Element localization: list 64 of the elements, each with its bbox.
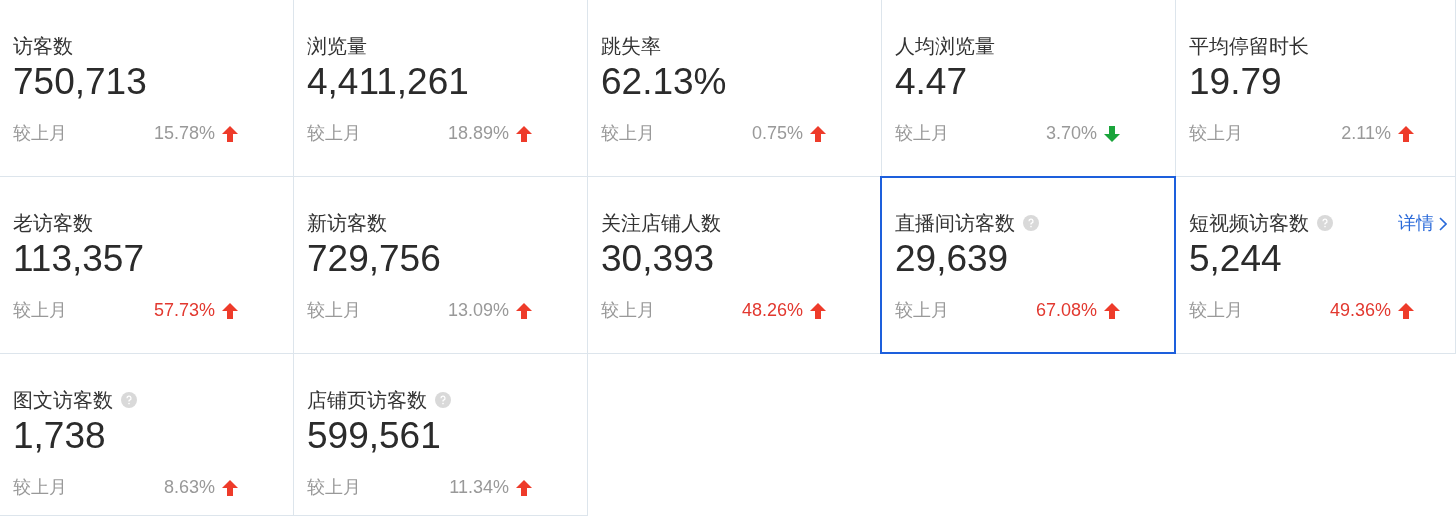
metric-value: 62.13% — [601, 60, 728, 104]
chevron-right-icon — [1438, 216, 1447, 231]
metric-title: 短视频访客数 — [1189, 211, 1309, 236]
compare-label: 较上月 — [601, 122, 655, 145]
change-percent: 15.78% — [153, 122, 215, 145]
metric-value: 29,639 — [895, 237, 1010, 281]
metric-card[interactable]: 新访客数 729,756 较上月 13.09% — [294, 177, 588, 354]
change-percent: 18.89% — [447, 122, 509, 145]
help-icon[interactable] — [1317, 215, 1333, 231]
compare-label: 较上月 — [13, 299, 67, 322]
change-percent: 13.09% — [447, 299, 509, 322]
change-percent: 0.75% — [751, 122, 803, 145]
metric-value: 729,756 — [307, 237, 442, 281]
details-link[interactable]: 详情 — [1398, 210, 1447, 237]
metric-value: 30,393 — [601, 237, 716, 281]
metric-card[interactable]: 平均停留时长 19.79 较上月 2.11% — [1176, 0, 1456, 177]
compare-label: 较上月 — [307, 122, 361, 145]
compare-label: 较上月 — [1189, 122, 1243, 145]
metric-title: 图文访客数 — [13, 388, 113, 413]
metric-value: 19.79 — [1189, 60, 1283, 104]
metric-value: 5,244 — [1189, 237, 1283, 281]
help-icon[interactable] — [121, 392, 137, 408]
metric-card[interactable]: 浏览量 4,411,261 较上月 18.89% — [294, 0, 588, 177]
metric-title: 人均浏览量 — [895, 34, 995, 59]
help-icon[interactable] — [435, 392, 451, 408]
metric-value: 750,713 — [13, 60, 148, 104]
metric-title: 平均停留时长 — [1189, 34, 1309, 59]
metric-card[interactable]: 短视频访客数 详情 5,244 较上月 49.36% — [1176, 177, 1456, 354]
metric-title: 浏览量 — [307, 34, 367, 59]
change-percent: 48.26% — [741, 299, 803, 322]
metric-value: 4.47 — [895, 60, 968, 104]
compare-label: 较上月 — [307, 476, 361, 499]
metric-title: 新访客数 — [307, 211, 387, 236]
metric-card[interactable]: 图文访客数 1,738 较上月 8.63% — [0, 354, 294, 516]
change-percent: 67.08% — [1035, 299, 1097, 322]
metric-card[interactable]: 跳失率 62.13% 较上月 0.75% — [588, 0, 882, 177]
metric-value: 599,561 — [307, 414, 442, 458]
change-percent: 49.36% — [1329, 299, 1391, 322]
compare-label: 较上月 — [895, 299, 949, 322]
compare-label: 较上月 — [13, 476, 67, 499]
metric-title: 关注店铺人数 — [601, 211, 721, 236]
metric-value: 113,357 — [13, 237, 145, 281]
metric-title: 店铺页访客数 — [307, 388, 427, 413]
change-percent: 57.73% — [153, 299, 215, 322]
metric-card[interactable]: 老访客数 113,357 较上月 57.73% — [0, 177, 294, 354]
change-percent: 3.70% — [1045, 122, 1097, 145]
help-icon[interactable] — [1023, 215, 1039, 231]
compare-label: 较上月 — [1189, 299, 1243, 322]
metric-value: 4,411,261 — [307, 60, 470, 104]
change-percent: 2.11% — [1341, 122, 1391, 145]
metric-title: 访客数 — [13, 34, 73, 59]
metric-card[interactable]: 直播间访客数 29,639 较上月 67.08% — [880, 176, 1176, 354]
change-percent: 11.34% — [449, 476, 509, 499]
metric-card[interactable]: 店铺页访客数 599,561 较上月 11.34% — [294, 354, 588, 516]
compare-label: 较上月 — [307, 299, 361, 322]
metric-title: 直播间访客数 — [895, 211, 1015, 236]
metric-card[interactable]: 访客数 750,713 较上月 15.78% — [0, 0, 294, 177]
metric-title: 老访客数 — [13, 211, 93, 236]
metric-title: 跳失率 — [601, 34, 661, 59]
compare-label: 较上月 — [895, 122, 949, 145]
metric-value: 1,738 — [13, 414, 107, 458]
compare-label: 较上月 — [601, 299, 655, 322]
compare-label: 较上月 — [13, 122, 67, 145]
change-percent: 8.63% — [163, 476, 215, 499]
